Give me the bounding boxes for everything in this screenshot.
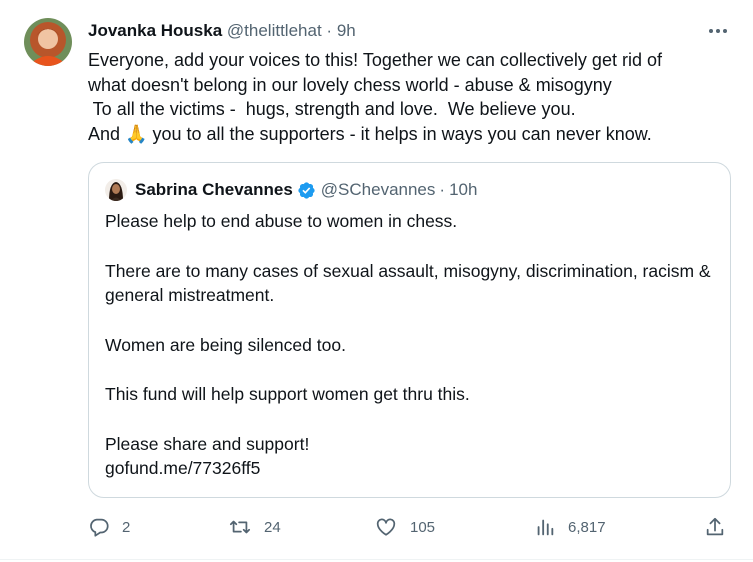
share-icon <box>706 517 724 536</box>
tweet-line-4: And 🙏 you to all the supporters - it hel… <box>88 122 738 147</box>
tweet-line-prefix: And <box>88 123 121 144</box>
share-button[interactable] <box>704 513 726 541</box>
tweet-actions: 2 24 105 6,817 <box>88 513 728 541</box>
views-count: 6,817 <box>568 518 606 536</box>
tweet-line: Everyone, add your voices to this! Toget… <box>88 50 662 70</box>
tweet[interactable]: Jovanka Houska @thelittlehat · 9h Everyo… <box>0 0 753 562</box>
retweet-icon <box>229 520 251 534</box>
tweet-text: Everyone, add your voices to this! Toget… <box>88 48 738 146</box>
quoted-tweet[interactable]: Sabrina Chevannes @SChevannes · 10h Plea… <box>88 162 731 498</box>
quoted-tweet-text: Please help to end abuse to women in che… <box>105 209 715 481</box>
separator-dot: · <box>326 21 333 40</box>
tweet-timestamp[interactable]: 9h <box>337 21 356 40</box>
separator-dot: · <box>439 180 446 199</box>
views-button[interactable]: 6,817 <box>534 513 606 541</box>
author-name[interactable]: Jovanka Houska <box>88 21 222 40</box>
quoted-tweet-timestamp[interactable]: 10h <box>449 179 477 201</box>
tweet-line: what doesn't belong in our lovely chess … <box>88 74 612 95</box>
reply-icon <box>90 518 109 537</box>
author-avatar[interactable] <box>24 18 72 66</box>
tweet-header: Jovanka Houska @thelittlehat · 9h <box>88 20 356 42</box>
like-button[interactable]: 105 <box>374 513 435 541</box>
quoted-paragraph: Women are being silenced too. <box>105 334 346 355</box>
divider <box>0 559 753 560</box>
verified-icon <box>297 181 316 200</box>
quoted-paragraph: There are to many cases of sexual assaul… <box>105 260 711 306</box>
reply-count: 2 <box>122 518 131 536</box>
tweet-line: To all the victims - hugs, strength and … <box>88 99 576 119</box>
like-count: 105 <box>410 518 436 536</box>
retweet-button[interactable]: 24 <box>228 513 281 541</box>
like-icon <box>376 518 396 536</box>
gofundme-link[interactable]: gofund.me/77326ff5 <box>105 456 715 481</box>
views-icon <box>537 519 554 536</box>
quoted-author-handle[interactable]: @SChevannes <box>321 179 436 201</box>
more-icon <box>709 29 727 33</box>
quoted-tweet-header: Sabrina Chevannes @SChevannes · 10h <box>135 179 477 201</box>
tweet-line-suffix: you to all the supporters - it helps in … <box>152 123 652 144</box>
retweet-count: 24 <box>264 518 281 536</box>
quoted-paragraph: Please help to end abuse to women in che… <box>105 211 458 231</box>
quoted-paragraph: Please share and support! <box>105 433 310 454</box>
more-options-button[interactable] <box>703 20 733 42</box>
author-handle[interactable]: @thelittlehat <box>227 21 322 40</box>
quoted-author-name[interactable]: Sabrina Chevannes <box>135 179 293 201</box>
quoted-author-avatar[interactable] <box>105 179 127 201</box>
quoted-paragraph: This fund will help support women get th… <box>105 384 470 404</box>
reply-button[interactable]: 2 <box>88 513 130 541</box>
folded-hands-emoji: 🙏 <box>125 123 148 144</box>
